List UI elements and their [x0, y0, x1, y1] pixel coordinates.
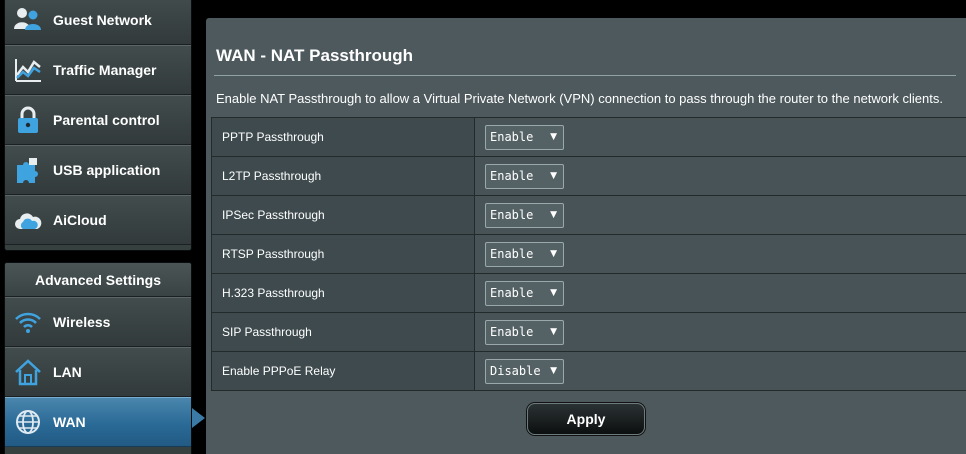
advanced-menu: Advanced Settings Wireless LAN WAN — [4, 262, 192, 454]
sidebar-item-label: Traffic Manager — [53, 62, 157, 78]
caret-down-icon: ▼ — [550, 288, 557, 298]
lock-icon — [11, 103, 45, 137]
setting-label: L2TP Passthrough — [211, 156, 475, 196]
select-value: Enable — [490, 286, 534, 300]
select-value: Enable — [490, 130, 534, 144]
sidebar-item-label: Parental control — [53, 112, 160, 128]
sidebar-item-aicloud[interactable]: AiCloud — [5, 195, 191, 245]
sidebar-item-label: WAN — [53, 414, 86, 430]
sidebar-item-label: AiCloud — [53, 212, 107, 228]
sidebar-item-wan[interactable]: WAN — [5, 397, 191, 447]
caret-down-icon: ▼ — [550, 171, 557, 181]
sidebar-item-traffic-manager[interactable]: Traffic Manager — [5, 45, 191, 95]
caret-down-icon: ▼ — [550, 132, 557, 142]
main-panel: WAN - NAT Passthrough Enable NAT Passthr… — [206, 18, 966, 454]
sidebar-item-usb-application[interactable]: USB application — [5, 145, 191, 195]
sidebar-item-wireless[interactable]: Wireless — [5, 297, 191, 347]
sidebar: Guest Network Traffic Manager Parental c… — [0, 0, 205, 454]
table-row: IPSec Passthrough Enable ▼ — [211, 195, 966, 235]
sidebar-item-label: USB application — [53, 162, 161, 178]
caret-down-icon: ▼ — [550, 249, 557, 259]
setting-label: PPTP Passthrough — [211, 117, 475, 157]
setting-label: IPSec Passthrough — [211, 195, 475, 235]
setting-label: Enable PPPoE Relay — [211, 351, 475, 391]
setting-label: RTSP Passthrough — [211, 234, 475, 274]
wifi-icon — [11, 305, 45, 339]
pptp-passthrough-select[interactable]: Enable ▼ — [485, 124, 564, 150]
rtsp-passthrough-select[interactable]: Enable ▼ — [485, 241, 564, 267]
table-row: RTSP Passthrough Enable ▼ — [211, 234, 966, 274]
caret-down-icon: ▼ — [550, 210, 557, 220]
table-row: H.323 Passthrough Enable ▼ — [211, 273, 966, 313]
caret-down-icon: ▼ — [550, 366, 557, 376]
ipsec-passthrough-select[interactable]: Enable ▼ — [485, 202, 564, 228]
setting-label: H.323 Passthrough — [211, 273, 475, 313]
page-description: Enable NAT Passthrough to allow a Virtua… — [216, 91, 943, 106]
table-row: Enable PPPoE Relay Disable ▼ — [211, 351, 966, 391]
sidebar-item-parental-control[interactable]: Parental control — [5, 95, 191, 145]
pppoe-relay-select[interactable]: Disable ▼ — [485, 358, 564, 384]
cloud-icon — [11, 203, 45, 237]
setting-label: SIP Passthrough — [211, 312, 475, 352]
sidebar-item-lan[interactable]: LAN — [5, 347, 191, 397]
select-value: Enable — [490, 325, 534, 339]
globe-icon — [11, 405, 45, 439]
active-item-pointer — [192, 408, 205, 428]
table-row: PPTP Passthrough Enable ▼ — [211, 117, 966, 157]
sidebar-item-guest-network[interactable]: Guest Network — [5, 0, 191, 45]
select-value: Disable — [490, 364, 541, 378]
page-title: WAN - NAT Passthrough — [216, 46, 414, 65]
h323-passthrough-select[interactable]: Enable ▼ — [485, 280, 564, 306]
caret-down-icon: ▼ — [550, 327, 557, 337]
select-value: Enable — [490, 169, 534, 183]
l2tp-passthrough-select[interactable]: Enable ▼ — [485, 163, 564, 189]
sidebar-item-label: LAN — [53, 364, 82, 380]
traffic-manager-icon — [11, 53, 45, 87]
table-row: SIP Passthrough Enable ▼ — [211, 312, 966, 352]
advanced-settings-header: Advanced Settings — [5, 263, 191, 297]
sidebar-item-label: Guest Network — [53, 12, 152, 28]
puzzle-icon — [11, 153, 45, 187]
guest-network-icon — [11, 3, 45, 37]
table-row: L2TP Passthrough Enable ▼ — [211, 156, 966, 196]
passthrough-settings-table: PPTP Passthrough Enable ▼ L2TP Passthrou… — [211, 117, 966, 391]
home-icon — [11, 355, 45, 389]
select-value: Enable — [490, 247, 534, 261]
title-divider — [214, 75, 956, 76]
general-menu: Guest Network Traffic Manager Parental c… — [4, 0, 192, 251]
apply-button[interactable]: Apply — [527, 403, 645, 435]
sip-passthrough-select[interactable]: Enable ▼ — [485, 319, 564, 345]
select-value: Enable — [490, 208, 534, 222]
sidebar-item-label: Wireless — [53, 314, 111, 330]
